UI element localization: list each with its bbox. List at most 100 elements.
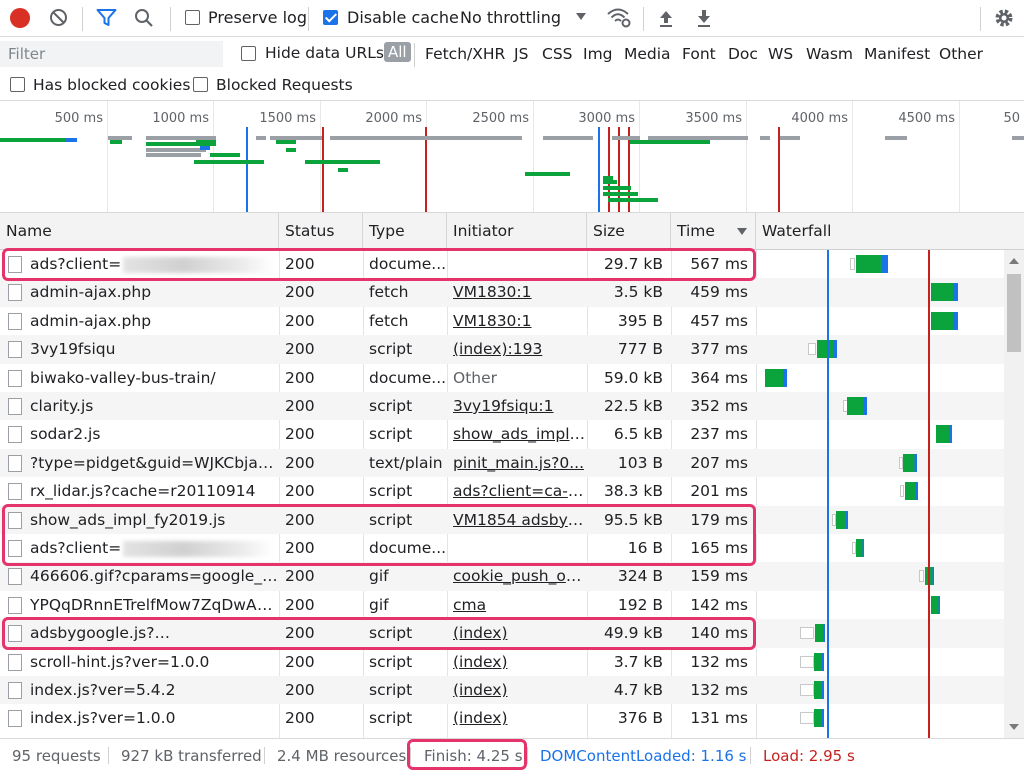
- clear-icon[interactable]: [49, 8, 68, 27]
- request-name[interactable]: rx_lidar.js?cache=r20110914: [24, 477, 279, 505]
- request-row[interactable]: ?type=pidget&guid=WJKCbjaye... 200 text/pl…: [0, 448, 1004, 478]
- request-initiator[interactable]: cma: [447, 591, 587, 619]
- request-initiator[interactable]: pinit_main.js?0...: [447, 449, 587, 477]
- request-initiator[interactable]: show_ads_impl_...: [447, 420, 587, 448]
- column-header-type[interactable]: Type: [363, 213, 447, 249]
- request-name[interactable]: clarity.js: [24, 392, 279, 420]
- has-blocked-cookies-checkbox[interactable]: [10, 77, 25, 92]
- request-name[interactable]: admin-ajax.php: [24, 278, 279, 306]
- record-stop-icon[interactable]: [10, 8, 30, 28]
- request-initiator[interactable]: ads?client=ca-p...: [447, 477, 587, 505]
- scrollbar-thumb[interactable]: [1007, 274, 1021, 352]
- waterfall-timing-bar[interactable]: [903, 453, 917, 472]
- disable-cache-checkbox[interactable]: [323, 10, 338, 25]
- filter-type-ws[interactable]: WS: [768, 45, 793, 63]
- waterfall-timing-bar[interactable]: [815, 624, 825, 643]
- request-row[interactable]: biwako-valley-bus-train/200 docume... Othe…: [0, 364, 1004, 392]
- column-header-waterfall[interactable]: Waterfall: [756, 213, 1024, 249]
- filter-type-img[interactable]: Img: [583, 45, 613, 63]
- request-row[interactable]: scroll-hint.js?ver=1.0.0 200 script (index)…: [0, 648, 1004, 676]
- request-name[interactable]: sodar2.js: [24, 420, 279, 448]
- request-initiator[interactable]: (index): [447, 704, 587, 732]
- throttling-select[interactable]: No throttling: [460, 8, 561, 27]
- waterfall-timing-bar[interactable]: [936, 425, 952, 444]
- waterfall-timing-bar[interactable]: [931, 283, 958, 302]
- preserve-log-checkbox[interactable]: [185, 10, 200, 25]
- request-name[interactable]: admin-ajax.php: [24, 307, 279, 335]
- blocked-requests-checkbox[interactable]: [193, 77, 208, 92]
- load-time: Load: 2.95 s: [763, 747, 855, 765]
- waterfall-timing-bar[interactable]: [856, 255, 888, 273]
- waterfall-timing-bar[interactable]: [847, 397, 867, 415]
- request-name-text: rx_lidar.js?cache=r20110914: [30, 482, 256, 501]
- search-icon[interactable]: [134, 8, 154, 28]
- request-row[interactable]: YPQqDRnnETrelfMow7ZqDwAA... 200 gif cma 192 …: [0, 591, 1004, 619]
- column-header-name[interactable]: Name: [0, 213, 279, 249]
- request-initiator[interactable]: (index): [447, 648, 587, 676]
- request-row[interactable]: index.js?ver=5.4.2 200 script (index) 4.7 kB…: [0, 676, 1004, 705]
- request-initiator[interactable]: VM1830:1: [447, 278, 587, 306]
- request-name[interactable]: YPQqDRnnETrelfMow7ZqDwAA...: [24, 591, 279, 619]
- waterfall-timing-bar[interactable]: [814, 652, 824, 671]
- network-overview[interactable]: 500 ms 1000 ms 1500 ms 2000 ms 2500 ms 3…: [0, 101, 1024, 213]
- waterfall-timing-bar[interactable]: [931, 311, 958, 330]
- request-initiator[interactable]: cookie_push_on...: [447, 562, 587, 590]
- filter-divider: [414, 43, 415, 67]
- filter-type-css[interactable]: CSS: [542, 45, 573, 63]
- chevron-down-icon[interactable]: [576, 13, 586, 20]
- request-initiator[interactable]: VM1830:1: [447, 307, 587, 335]
- hide-data-urls-checkbox[interactable]: [241, 46, 256, 61]
- waterfall-timing-bar[interactable]: [836, 510, 848, 529]
- filter-type-all[interactable]: All: [384, 42, 411, 62]
- waterfall-timing-bar[interactable]: [814, 709, 824, 728]
- waterfall-timing-bar[interactable]: [856, 539, 864, 557]
- filter-type-wasm[interactable]: Wasm: [806, 45, 853, 63]
- request-row[interactable]: 3vy19fsiqu 200 script (index):193 777 B 377 m…: [0, 335, 1004, 364]
- request-name[interactable]: 3vy19fsiqu: [24, 335, 279, 363]
- filter-type-manifest[interactable]: Manifest: [864, 45, 930, 63]
- filter-type-doc[interactable]: Doc: [728, 45, 758, 63]
- filter-type-font[interactable]: Font: [682, 45, 716, 63]
- filter-input[interactable]: [0, 41, 223, 67]
- scroll-up-icon[interactable]: [1009, 258, 1019, 264]
- column-header-initiator[interactable]: Initiator: [447, 213, 587, 249]
- request-name-text: index.js?ver=5.4.2: [30, 681, 176, 699]
- disable-cache-label: Disable cache: [347, 8, 459, 27]
- request-row[interactable]: rx_lidar.js?cache=r20110914 200 script ads?…: [0, 477, 1004, 505]
- download-icon[interactable]: [695, 8, 713, 28]
- request-name[interactable]: biwako-valley-bus-train/: [24, 364, 279, 392]
- waterfall-timing-bar[interactable]: [765, 368, 787, 387]
- filter-type-js[interactable]: JS: [514, 45, 528, 63]
- request-name[interactable]: scroll-hint.js?ver=1.0.0: [24, 648, 279, 676]
- request-name[interactable]: 466606.gif?cparams=google_pu...: [24, 562, 279, 590]
- request-row[interactable]: admin-ajax.php 200 fetch VM1830:1 395 B 457 m…: [0, 307, 1004, 335]
- request-name[interactable]: ?type=pidget&guid=WJKCbjaye...: [24, 449, 279, 477]
- request-row[interactable]: index.js?ver=1.0.0 200 script (index) 376 B 1…: [0, 704, 1004, 732]
- wifi-settings-icon[interactable]: [606, 6, 632, 28]
- waterfall-timing-bar[interactable]: [931, 595, 940, 614]
- request-initiator[interactable]: (index):193: [447, 335, 587, 363]
- request-name[interactable]: index.js?ver=5.4.2: [24, 676, 279, 704]
- request-row[interactable]: 466606.gif?cparams=google_pu... 200 gif coo…: [0, 562, 1004, 591]
- column-header-status[interactable]: Status: [279, 213, 363, 249]
- gear-icon[interactable]: [993, 7, 1015, 29]
- filter-type-other[interactable]: Other: [939, 45, 983, 63]
- request-initiator[interactable]: 3vy19fsiqu:1: [447, 392, 587, 420]
- request-row[interactable]: sodar2.js 200 script show_ads_impl_... 6.5 k…: [0, 420, 1004, 448]
- filter-icon[interactable]: [96, 8, 117, 28]
- waterfall-timing-bar[interactable]: [814, 681, 824, 699]
- request-row[interactable]: clarity.js 200 script 3vy19fsiqu:1 22.5 kB 35…: [0, 392, 1004, 421]
- request-name[interactable]: index.js?ver=1.0.0: [24, 704, 279, 732]
- waterfall-timing-bar[interactable]: [925, 567, 934, 586]
- upload-icon[interactable]: [657, 8, 675, 28]
- overview-tick-label: 3000 ms: [578, 111, 635, 126]
- overview-request-bar: [1012, 136, 1024, 140]
- filter-type-fetch-xhr[interactable]: Fetch/XHR: [425, 45, 505, 63]
- waterfall-timing-bar[interactable]: [905, 482, 918, 501]
- column-header-size[interactable]: Size: [587, 213, 671, 249]
- vertical-scrollbar[interactable]: [1004, 250, 1024, 738]
- filter-type-media[interactable]: Media: [624, 45, 671, 63]
- scroll-down-icon[interactable]: [1009, 724, 1019, 730]
- request-row[interactable]: admin-ajax.php 200 fetch VM1830:1 3.5 kB 459 …: [0, 278, 1004, 307]
- request-initiator[interactable]: (index): [447, 676, 587, 704]
